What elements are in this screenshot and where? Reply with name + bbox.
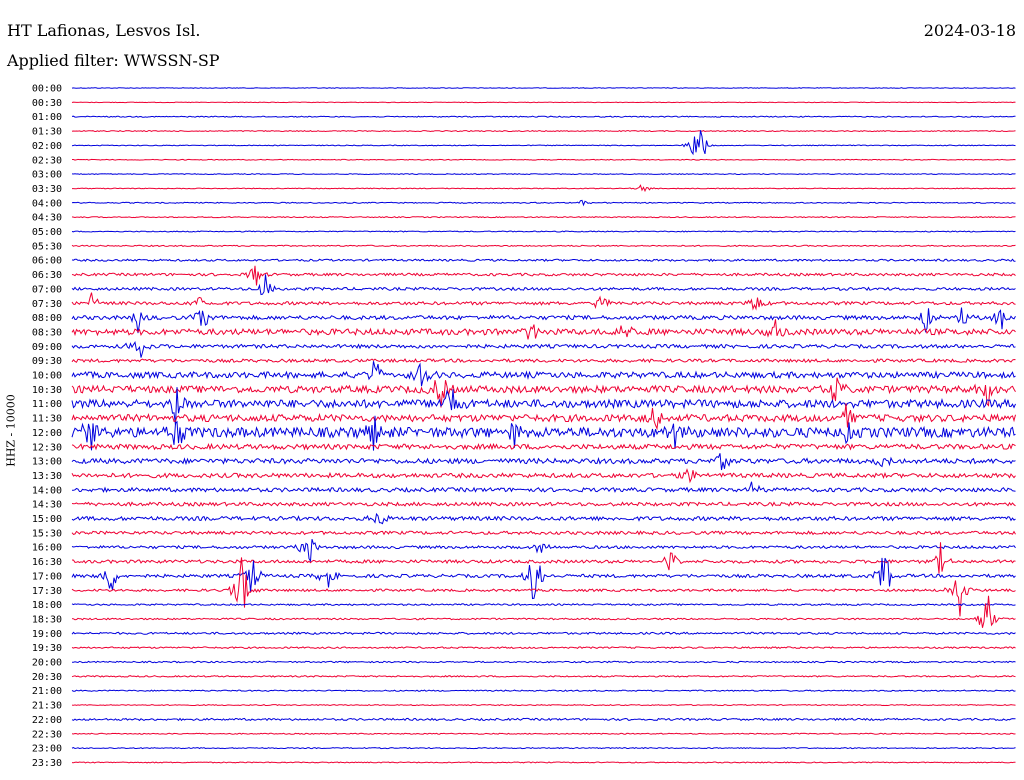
row-label-1130: 11:30 xyxy=(32,414,62,425)
row-label-0830: 08:30 xyxy=(32,327,62,338)
row-label-0100: 01:00 xyxy=(32,112,62,123)
trace-row-1130 xyxy=(71,403,1016,431)
row-label-0130: 01:30 xyxy=(32,127,62,138)
trace-row-1000 xyxy=(71,361,1016,387)
row-label-1600: 16:00 xyxy=(32,543,62,554)
row-label-0030: 00:30 xyxy=(32,98,62,109)
row-label-1030: 10:30 xyxy=(32,385,62,396)
trace-row-1900 xyxy=(71,631,1016,635)
row-label-0600: 06:00 xyxy=(32,256,62,267)
row-label-0930: 09:30 xyxy=(32,356,62,367)
trace-row-0730 xyxy=(71,292,1016,311)
row-label-0630: 06:30 xyxy=(32,270,62,281)
trace-row-0400 xyxy=(71,199,1016,207)
trace-row-1930 xyxy=(71,646,1016,650)
row-label-2200: 22:00 xyxy=(32,715,62,726)
trace-row-1500 xyxy=(71,512,1016,525)
trace-row-0530 xyxy=(71,244,1016,247)
trace-row-2130 xyxy=(71,704,1016,707)
row-label-2000: 20:00 xyxy=(32,658,62,669)
row-label-1100: 11:00 xyxy=(32,399,62,410)
trace-row-2200 xyxy=(71,717,1016,722)
trace-row-1700 xyxy=(71,557,1016,600)
row-label-0900: 09:00 xyxy=(32,342,62,353)
row-label-1730: 17:30 xyxy=(32,586,62,597)
row-label-1800: 18:00 xyxy=(32,600,62,611)
trace-row-0200 xyxy=(71,130,1016,156)
trace-row-0500 xyxy=(71,230,1016,233)
row-label-0430: 04:30 xyxy=(32,213,62,224)
row-label-1230: 12:30 xyxy=(32,442,62,453)
row-label-0330: 03:30 xyxy=(32,184,62,195)
row-label-1900: 19:00 xyxy=(32,629,62,640)
trace-row-0630 xyxy=(71,265,1016,286)
row-label-0500: 05:00 xyxy=(32,227,62,238)
trace-row-1300 xyxy=(71,453,1016,471)
trace-row-1530 xyxy=(71,530,1016,536)
row-label-0730: 07:30 xyxy=(32,299,62,310)
row-label-1300: 13:00 xyxy=(32,457,62,468)
trace-row-1430 xyxy=(71,501,1016,507)
row-label-0200: 02:00 xyxy=(32,141,62,152)
trace-row-2030 xyxy=(71,675,1016,678)
row-label-2230: 22:30 xyxy=(32,729,62,740)
row-label-0300: 03:00 xyxy=(32,170,62,181)
row-label-0530: 05:30 xyxy=(32,241,62,252)
row-label-2030: 20:30 xyxy=(32,672,62,683)
trace-row-0330 xyxy=(72,184,1016,193)
row-label-1400: 14:00 xyxy=(32,485,62,496)
trace-row-0930 xyxy=(71,358,1016,364)
row-label-1430: 14:30 xyxy=(32,500,62,511)
trace-row-0830 xyxy=(71,319,1016,340)
trace-row-0430 xyxy=(71,216,1016,219)
row-label-1000: 10:00 xyxy=(32,371,62,382)
helicorder-plot: 00:00 00:30 01:00 01:30 02:00 02:30 03:00 03:30… xyxy=(32,84,1016,769)
row-label-1830: 18:30 xyxy=(32,614,62,625)
trace-row-2330 xyxy=(71,761,1016,764)
trace-row-2230 xyxy=(71,732,1016,735)
row-label-1630: 16:30 xyxy=(32,557,62,568)
trace-row-1200 xyxy=(71,415,1016,451)
trace-row-0000 xyxy=(71,87,1016,89)
trace-row-0100 xyxy=(71,115,1016,118)
row-label-0800: 08:00 xyxy=(32,313,62,324)
trace-row-0230 xyxy=(72,158,1016,161)
trace-row-1230 xyxy=(71,442,1016,451)
row-label-0230: 02:30 xyxy=(32,155,62,166)
row-label-1530: 15:30 xyxy=(32,528,62,539)
trace-row-0700 xyxy=(71,274,1016,296)
row-label-1930: 19:30 xyxy=(32,643,62,654)
row-label-0000: 00:00 xyxy=(32,84,62,95)
row-label-1330: 13:30 xyxy=(32,471,62,482)
trace-row-1600 xyxy=(71,538,1016,563)
trace-row-2000 xyxy=(72,660,1016,664)
row-label-0700: 07:00 xyxy=(32,284,62,295)
row-label-2100: 21:00 xyxy=(32,686,62,697)
row-label-2130: 21:30 xyxy=(32,701,62,712)
row-label-2330: 23:30 xyxy=(32,758,62,769)
trace-row-1830 xyxy=(71,595,1016,628)
row-label-0400: 04:00 xyxy=(32,198,62,209)
trace-row-0600 xyxy=(71,258,1016,262)
trace-row-0030 xyxy=(71,101,1016,104)
trace-row-0900 xyxy=(71,340,1016,358)
trace-row-1400 xyxy=(71,481,1016,493)
trace-row-0130 xyxy=(71,130,1016,133)
trace-row-1800 xyxy=(71,603,1016,607)
row-label-2300: 23:00 xyxy=(32,744,62,755)
row-label-1200: 12:00 xyxy=(32,428,62,439)
trace-row-2300 xyxy=(71,746,1016,750)
trace-row-0300 xyxy=(71,173,1016,176)
trace-row-2100 xyxy=(71,689,1016,692)
row-label-1700: 17:00 xyxy=(32,571,62,582)
row-label-1500: 15:00 xyxy=(32,514,62,525)
trace-row-1330 xyxy=(71,468,1016,484)
trace-row-1730 xyxy=(71,557,1016,617)
